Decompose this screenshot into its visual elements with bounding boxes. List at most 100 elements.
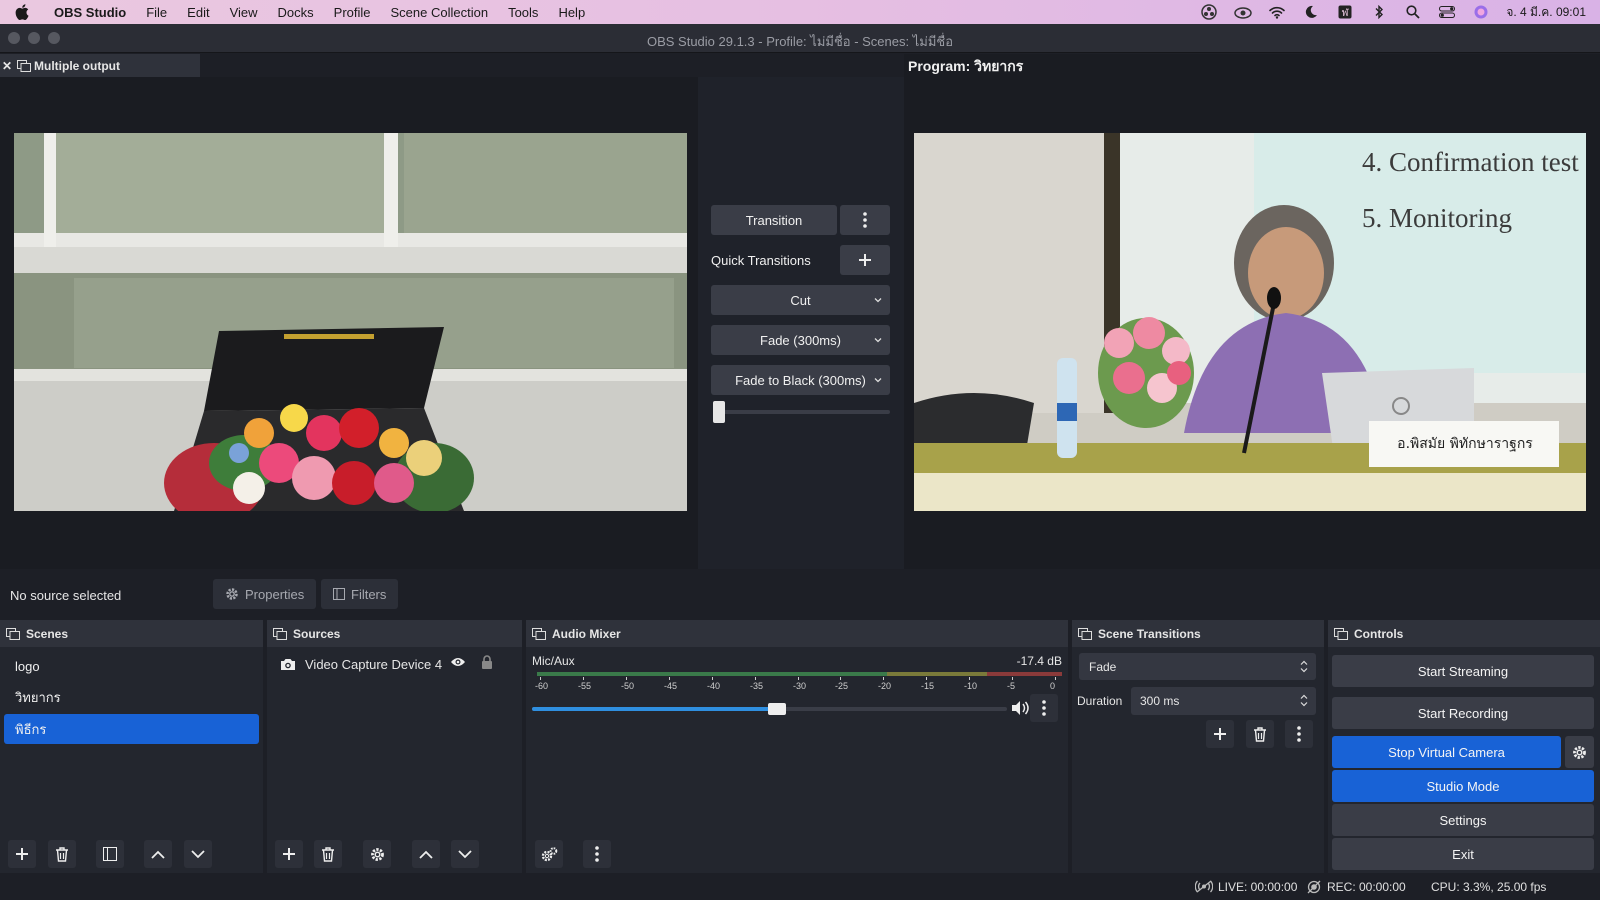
wifi-icon[interactable] [1268,5,1286,19]
scenes-title: Scenes [26,626,69,641]
control-center-icon[interactable] [1438,5,1456,19]
input-source-icon[interactable]: ฬ [1336,5,1354,19]
cpu-fps: CPU: 3.3%, 25.00 fps [1431,880,1547,894]
preview-video[interactable] [14,133,687,511]
meter-tick [1055,677,1056,680]
scene-transitions-dock-header[interactable]: Scene Transitions [1072,620,1324,647]
meter-tick [798,677,799,680]
scene-item-speaker[interactable]: วิทยากร [4,682,259,712]
meter-tick [712,677,713,680]
properties-button[interactable]: Properties [213,579,317,609]
spinner-icon [1300,694,1308,707]
chevron-up-icon [151,850,165,859]
scene-item-host[interactable]: พิธีกร [4,714,259,744]
meter-tick [583,677,584,680]
transition-label: Transition [745,212,803,228]
quick-transition-cut-label: Cut [790,292,811,308]
float-dock-icon[interactable] [267,627,293,640]
quick-transition-fade[interactable]: Fade (300ms) [711,325,890,355]
plus-icon [859,254,871,266]
virtual-camera-settings-button[interactable] [1565,736,1594,768]
menu-help[interactable]: Help [548,5,595,20]
program-label: Program: วิทยากร [908,58,1024,74]
audio-mixer-dock-header[interactable]: Audio Mixer [526,620,1068,647]
menu-view[interactable]: View [220,5,268,20]
move-source-down-button[interactable] [451,840,479,868]
add-scene-button[interactable] [8,840,36,868]
add-quick-transition-button[interactable] [840,245,890,275]
obs-status-icon[interactable] [1200,4,1218,20]
audio-meter-scale: -60 -55 -50 -45 -40 -35 -30 -25 -20 -15 -10 -5 0 [535,677,1062,695]
program-video[interactable]: 4. Confirmation test 5. Monitoring อ.พิส… [914,133,1586,511]
stop-virtual-camera-button[interactable]: Stop Virtual Camera [1332,736,1561,768]
remove-transition-button[interactable] [1246,720,1274,748]
start-streaming-button[interactable]: Start Streaming [1332,655,1594,687]
scene-item-logo[interactable]: logo [4,651,259,681]
speaker-volume-icon[interactable] [1011,700,1029,716]
menu-edit[interactable]: Edit [177,5,219,20]
sources-dock-header[interactable]: Sources [267,620,522,647]
transition-button[interactable]: Transition [711,205,837,235]
updown-icon [1300,660,1308,673]
remove-source-button[interactable] [314,840,342,868]
source-properties-button[interactable] [363,840,391,868]
audio-mixer-menu-button[interactable] [583,840,611,868]
apple-icon[interactable] [0,4,44,20]
multiple-output-dock-header[interactable]: ✕ Multiple output [0,54,200,77]
advanced-audio-properties-button[interactable] [535,840,563,868]
float-dock-icon[interactable] [0,627,26,640]
transition-panel [698,77,904,569]
menu-file[interactable]: File [136,5,177,20]
volume-slider-handle[interactable] [768,703,786,715]
lock-icon[interactable] [481,655,493,669]
transition-properties-button[interactable] [1285,720,1313,748]
settings-button[interactable]: Settings [1332,804,1594,836]
studio-mode-button[interactable]: Studio Mode [1332,770,1594,802]
transition-select[interactable]: Fade [1079,653,1316,680]
chevron-down-icon [191,849,205,858]
menubar-clock[interactable]: จ. 4 มี.ค. 09:01 [1506,3,1586,22]
controls-dock-header[interactable]: Controls [1328,620,1600,647]
float-dock-icon[interactable] [1328,627,1354,640]
filters-button[interactable]: Filters [321,579,399,609]
audio-channel-menu-button[interactable] [1030,694,1058,722]
quick-transition-cut[interactable]: Cut [711,285,890,315]
exit-button[interactable]: Exit [1332,838,1594,870]
float-dock-icon[interactable] [14,59,34,72]
spotlight-search-icon[interactable] [1404,5,1422,19]
audio-meter [537,672,1062,676]
move-scene-up-button[interactable] [144,840,172,868]
start-recording-button[interactable]: Start Recording [1332,697,1594,729]
menu-docks[interactable]: Docks [268,5,324,20]
window-title-bar: OBS Studio 29.1.3 - Profile: ไม่มีชื่อ -… [0,24,1600,53]
audio-level-readout: -17.4 dB [1016,654,1062,668]
menu-scene-collection[interactable]: Scene Collection [381,5,499,20]
trash-icon [1254,726,1266,742]
siri-icon[interactable] [1472,5,1490,19]
add-source-button[interactable] [275,840,303,868]
transition-menu-button[interactable] [840,205,890,235]
move-scene-down-button[interactable] [184,840,212,868]
tbar-track[interactable] [713,410,890,414]
menu-app-name[interactable]: OBS Studio [44,5,136,20]
controls-title: Controls [1354,626,1404,641]
scene-item-label: วิทยากร [15,689,61,705]
tbar-handle[interactable] [713,401,725,423]
eye-icon[interactable] [450,656,466,668]
add-transition-button[interactable] [1206,720,1234,748]
menu-tools[interactable]: Tools [498,5,548,20]
remove-scene-button[interactable] [48,840,76,868]
float-dock-icon[interactable] [526,627,552,640]
bluetooth-icon[interactable] [1370,5,1388,19]
focus-moon-icon[interactable] [1302,5,1320,19]
duration-spinbox[interactable]: 300 ms [1131,687,1316,715]
scene-filters-button[interactable] [96,840,124,868]
menu-profile[interactable]: Profile [324,5,381,20]
meter-tick [883,677,884,680]
close-icon[interactable]: ✕ [0,59,14,73]
quick-transition-fade-black[interactable]: Fade to Black (300ms) [711,365,890,395]
float-dock-icon[interactable] [1072,627,1098,640]
creative-cloud-icon[interactable] [1234,5,1253,19]
scenes-dock-header[interactable]: Scenes [0,620,263,647]
move-source-up-button[interactable] [412,840,440,868]
